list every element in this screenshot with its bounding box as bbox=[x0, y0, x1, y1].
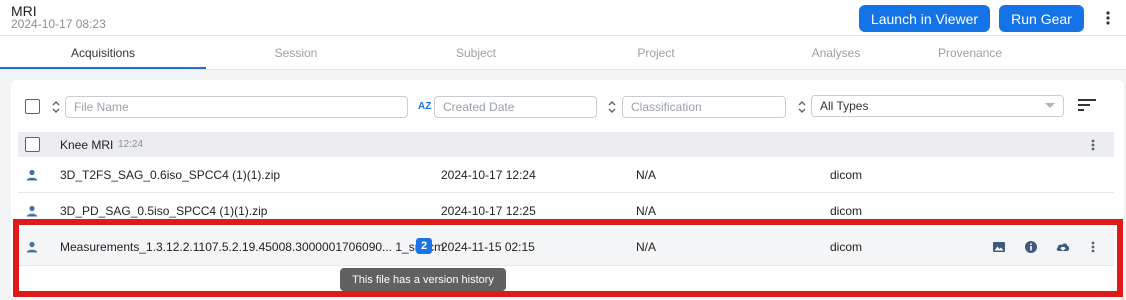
group-more-icon[interactable] bbox=[1090, 138, 1096, 152]
type-filter-value: All Types bbox=[820, 99, 869, 113]
sort-icon[interactable] bbox=[797, 100, 807, 114]
file-type: dicom bbox=[830, 240, 863, 254]
sort-icon[interactable] bbox=[51, 100, 61, 114]
user-icon bbox=[26, 241, 38, 253]
version-badge[interactable]: 2 bbox=[416, 238, 432, 254]
row-more-icon[interactable] bbox=[1090, 240, 1096, 254]
file-classification: N/A bbox=[636, 240, 657, 254]
group-time: 12:24 bbox=[118, 139, 144, 150]
group-row[interactable]: Knee MRI 12:24 bbox=[18, 132, 1114, 157]
table-row[interactable]: 3D_T2FS_SAG_0.6iso_SPCC4 (1)(1).zip 2024… bbox=[18, 158, 1114, 193]
file-date: 2024-11-15 02:15 bbox=[441, 240, 535, 254]
info-icon[interactable] bbox=[1024, 240, 1038, 254]
file-classification: N/A bbox=[636, 204, 657, 218]
tab-project[interactable]: Project bbox=[566, 36, 746, 70]
tab-acquisitions[interactable]: Acquisitions bbox=[0, 36, 206, 70]
user-icon bbox=[26, 169, 38, 181]
filter-list-icon[interactable] bbox=[1078, 98, 1096, 112]
more-options-icon[interactable] bbox=[1102, 10, 1114, 26]
type-filter-select[interactable]: All Types bbox=[811, 95, 1064, 117]
launch-in-viewer-button[interactable]: Launch in Viewer bbox=[859, 5, 990, 32]
download-icon[interactable] bbox=[1055, 240, 1071, 254]
classification-filter-input[interactable] bbox=[622, 96, 786, 118]
image-viewer-icon[interactable] bbox=[992, 240, 1006, 254]
tab-session[interactable]: Session bbox=[206, 36, 386, 70]
sort-az-icon[interactable]: AZ bbox=[418, 101, 431, 112]
file-name-filter-input[interactable] bbox=[65, 96, 408, 118]
group-checkbox[interactable] bbox=[25, 137, 40, 152]
file-date: 2024-10-17 12:24 bbox=[441, 168, 536, 182]
file-name[interactable]: 3D_T2FS_SAG_0.6iso_SPCC4 (1)(1).zip bbox=[60, 168, 280, 182]
sort-icon[interactable] bbox=[607, 100, 617, 114]
user-icon bbox=[26, 205, 38, 217]
tab-bar: Acquisitions Session Subject Project Ana… bbox=[0, 36, 1126, 70]
select-all-checkbox[interactable] bbox=[25, 99, 40, 114]
file-date: 2024-10-17 12:25 bbox=[441, 204, 536, 218]
file-name[interactable]: Measurements_1.3.12.2.1107.5.2.19.45008.… bbox=[60, 240, 444, 254]
run-gear-button[interactable]: Run Gear bbox=[999, 5, 1084, 32]
table-row[interactable]: Measurements_1.3.12.2.1107.5.2.19.45008.… bbox=[18, 228, 1114, 266]
page-subtitle-timestamp: 2024-10-17 08:23 bbox=[11, 17, 106, 31]
active-tab-indicator bbox=[0, 67, 206, 69]
page-header: MRI 2024-10-17 08:23 Launch in Viewer Ru… bbox=[0, 0, 1126, 36]
tab-provenance[interactable]: Provenance bbox=[880, 36, 1060, 70]
file-type: dicom bbox=[830, 204, 863, 218]
file-name[interactable]: 3D_PD_SAG_0.5iso_SPCC4 (1)(1).zip bbox=[60, 204, 267, 218]
tab-subject[interactable]: Subject bbox=[386, 36, 566, 70]
created-date-filter-input[interactable] bbox=[434, 96, 597, 118]
file-classification: N/A bbox=[636, 168, 657, 182]
version-history-tooltip: This file has a version history bbox=[340, 268, 506, 291]
chevron-down-icon bbox=[1045, 103, 1055, 108]
file-type: dicom bbox=[830, 168, 863, 182]
table-row[interactable]: 3D_PD_SAG_0.5iso_SPCC4 (1)(1).zip 2024-1… bbox=[18, 194, 1114, 224]
group-name: Knee MRI bbox=[60, 138, 114, 152]
